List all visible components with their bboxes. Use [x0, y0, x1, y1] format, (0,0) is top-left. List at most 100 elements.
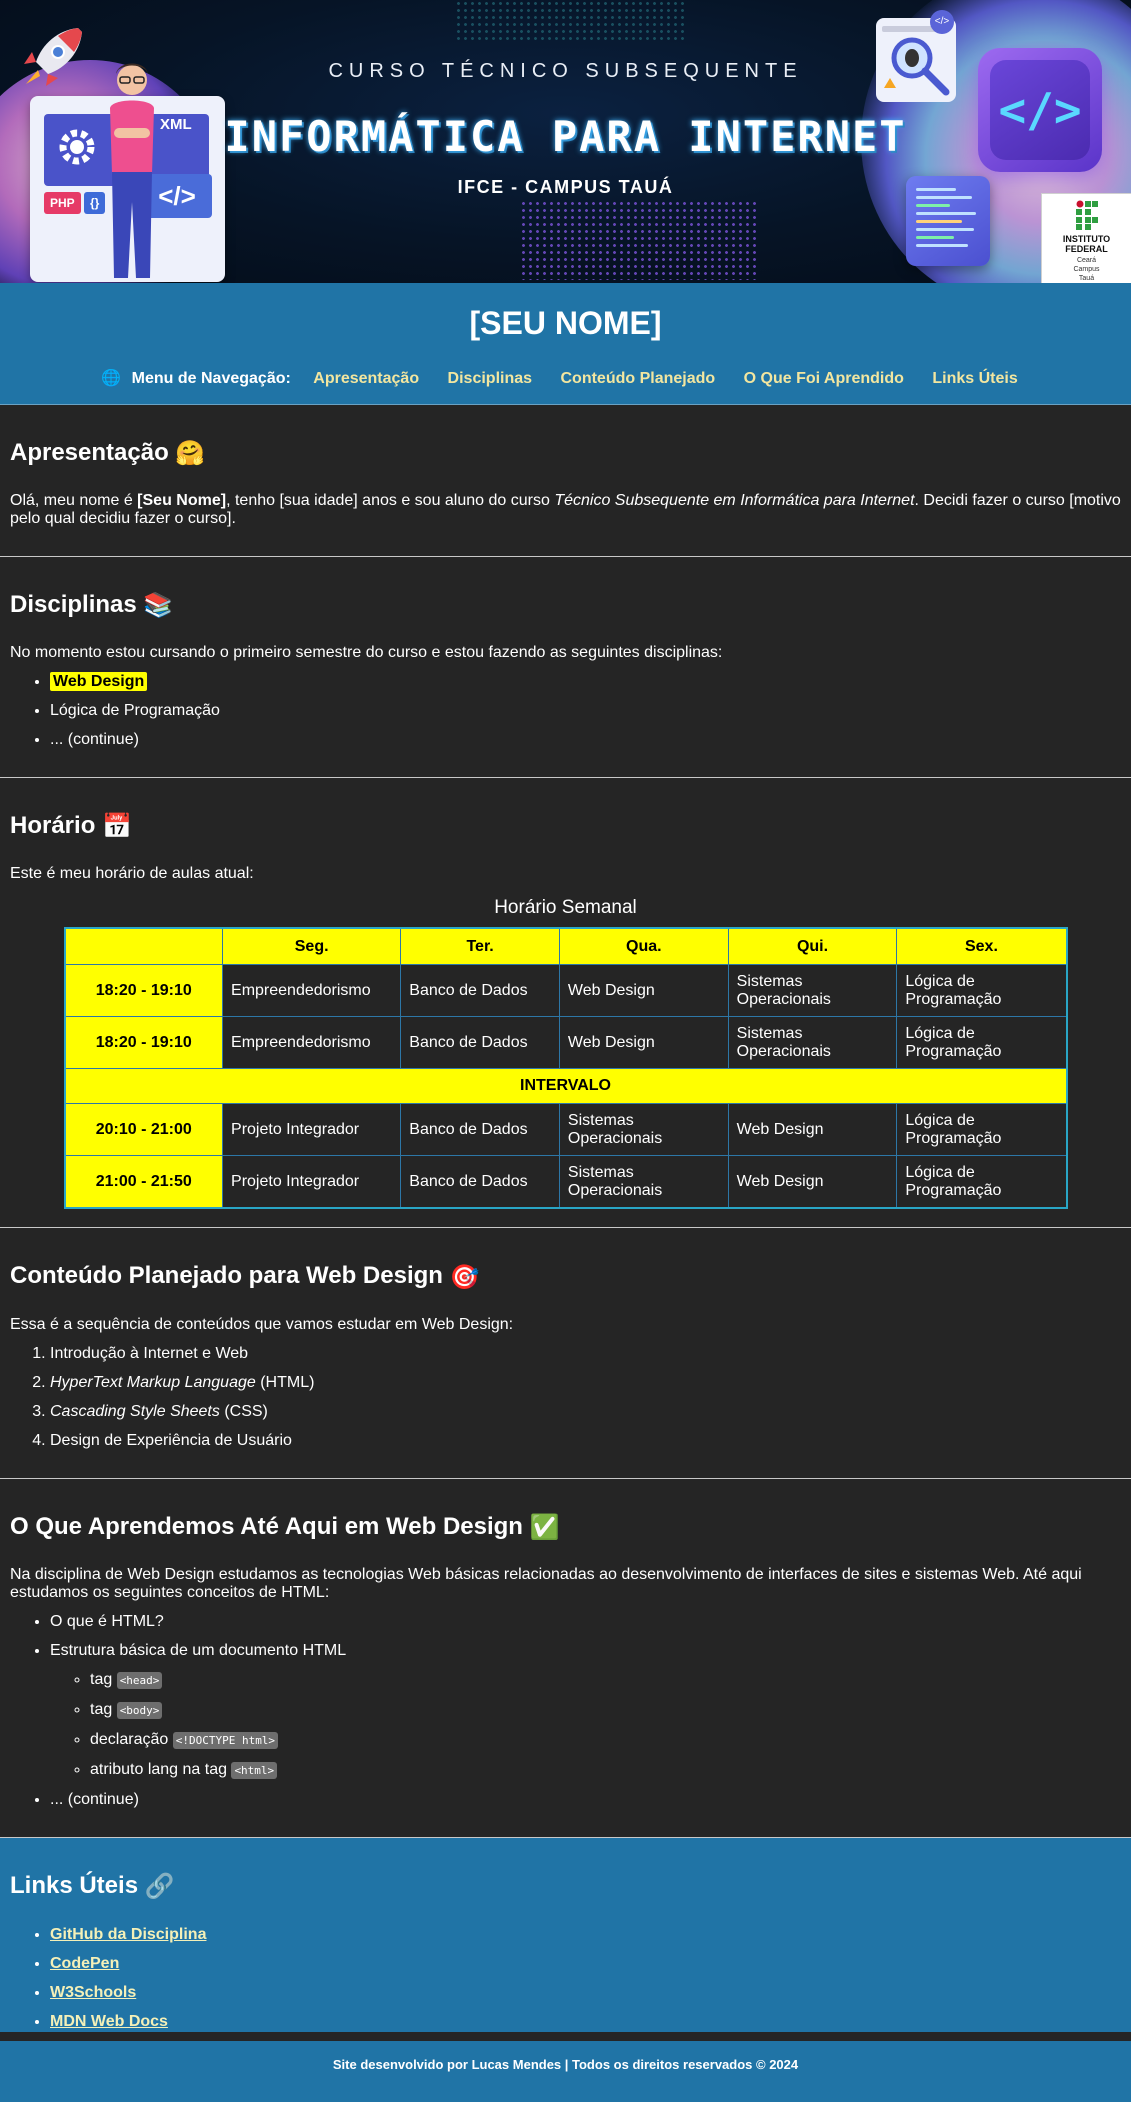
table-cell: Projeto Integrador: [222, 1103, 402, 1157]
list-item: Lógica de Programação: [50, 701, 1121, 721]
table-cell: Lógica de Programação: [896, 964, 1067, 1018]
target-icon: 🎯: [449, 1263, 480, 1291]
calendar-icon: 📅: [102, 813, 132, 841]
subjects-list: Web Design Lógica de Programação ... (co…: [10, 672, 1121, 750]
developer-person-illustration: [110, 63, 154, 278]
table-cell: Banco de Dados: [400, 1155, 560, 1209]
table-cell: Sistemas Operacionais: [558, 1103, 729, 1157]
code-snippet: <html>: [231, 1761, 278, 1779]
break-cell: INTERVALO: [64, 1068, 1067, 1105]
nav-link-disciplinas[interactable]: Disciplinas: [448, 370, 532, 387]
list-item: HyperText Markup Language (HTML): [50, 1373, 1121, 1393]
sub-list-item: tag <head>: [90, 1670, 1121, 1691]
nav-label: Menu de Navegação:: [131, 370, 291, 387]
code-snippet: <body>: [116, 1701, 163, 1719]
ifce-logo-text: INSTITUTO FEDERAL: [1062, 234, 1111, 254]
small-code-badge: </>: [930, 10, 954, 34]
table-cell: Sistemas Operacionais: [727, 1016, 898, 1070]
section-title: Horário 📅: [10, 812, 132, 841]
sub-list-item: atributo lang na tag <html>: [90, 1760, 1121, 1781]
table-cell: Sistemas Operacionais: [727, 964, 898, 1018]
list-item: ... (continue): [50, 730, 1121, 750]
table-cell: Lógica de Programação: [896, 1103, 1067, 1157]
nav-link-links-uteis[interactable]: Links Úteis: [932, 370, 1017, 387]
books-icon: 📚: [143, 592, 174, 620]
ifce-logo-subtext: Ceará Campus Tauá: [1073, 257, 1100, 282]
hero-banner: XML PHP {} </> CURSO TÉCNICO SUBSEQUENTE…: [0, 0, 1131, 283]
table-cell: Lógica de Programação: [896, 1155, 1067, 1209]
table-header: Sex.: [896, 927, 1067, 966]
link-codepen[interactable]: CodePen: [50, 1955, 119, 1972]
schedule-table: Seg. Ter. Qua. Qui. Sex. 18:20 - 19:10 E…: [63, 927, 1068, 1210]
table-header: Ter.: [400, 927, 560, 966]
footer-text: Site desenvolvido por Lucas Mendes | Tod…: [332, 2056, 799, 2072]
table-header: Qui.: [727, 927, 898, 966]
section-o-que-aprendemos: O Que Aprendemos Até Aqui em Web Design …: [0, 1479, 1131, 1838]
ifce-logo-icon: [1076, 200, 1098, 230]
table-cell: Projeto Integrador: [222, 1155, 402, 1209]
decorative-dots: [520, 200, 760, 280]
sub-list-item: declaração <!DOCTYPE html>: [90, 1730, 1121, 1751]
sub-list-item: tag <body>: [90, 1700, 1121, 1721]
table-cell: Web Design: [727, 1155, 898, 1209]
list-item: GitHub da Disciplina: [50, 1925, 1121, 1945]
time-cell: 18:20 - 19:10: [63, 1016, 224, 1070]
list-item: Design de Experiência de Usuário: [50, 1431, 1121, 1451]
main-navigation: 🌐 Menu de Navegação: Apresentação Discip…: [0, 368, 1131, 388]
table-header: Qua.: [558, 927, 729, 966]
link-github[interactable]: GitHub da Disciplina: [50, 1926, 206, 1943]
hero-subtitle: CURSO TÉCNICO SUBSEQUENTE: [328, 60, 803, 82]
ifce-logo: INSTITUTO FEDERAL Ceará Campus Tauá: [1041, 193, 1131, 283]
time-cell: 21:00 - 21:50: [63, 1155, 224, 1209]
section-title: Conteúdo Planejado para Web Design 🎯: [10, 1262, 480, 1291]
code-cube-illustration: </>: [978, 48, 1102, 172]
section-title: O Que Aprendemos Até Aqui em Web Design …: [10, 1512, 560, 1541]
course-name: Técnico Subsequente em Informática para …: [554, 492, 915, 510]
table-cell: Banco de Dados: [400, 964, 560, 1018]
student-name: [Seu Nome]: [137, 492, 227, 510]
link-icon: 🔗: [144, 1872, 175, 1900]
hugging-face-icon: 🤗: [175, 440, 206, 468]
code-tag-icon: </>: [990, 60, 1090, 160]
code-snippet: <head>: [116, 1671, 163, 1689]
list-item: CodePen: [50, 1954, 1121, 1974]
list-item: ... (continue): [50, 1790, 1121, 1810]
section-intro: Essa é a sequência de conteúdos que vamo…: [10, 1315, 514, 1333]
table-cell: Banco de Dados: [400, 1103, 560, 1157]
code-editor-illustration: [906, 176, 990, 266]
section-intro: Na disciplina de Web Design estudamos as…: [10, 1565, 1082, 1601]
nav-link-conteudo-planejado[interactable]: Conteúdo Planejado: [560, 370, 715, 387]
nav-link-o-que-foi-aprendido[interactable]: O Que Foi Aprendido: [744, 370, 904, 387]
section-horario: Horário 📅 Este é meu horário de aulas at…: [0, 778, 1131, 1229]
site-header: [SEU NOME] 🌐 Menu de Navegação: Apresent…: [0, 283, 1131, 405]
globe-icon: 🌐: [101, 370, 122, 387]
break-row: INTERVALO: [64, 1068, 1067, 1105]
code-snippet: <!DOCTYPE html>: [172, 1731, 279, 1749]
learned-list: O que é HTML? Estrutura básica de um doc…: [10, 1612, 1121, 1810]
section-disciplinas: Disciplinas 📚 No momento estou cursando …: [0, 557, 1131, 779]
table-cell: Empreendedorismo: [222, 1016, 402, 1070]
nav-link-apresentacao[interactable]: Apresentação: [313, 370, 419, 387]
section-intro: No momento estou cursando o primeiro sem…: [10, 644, 723, 662]
table-cell: Banco de Dados: [400, 1016, 560, 1070]
table-row: 18:20 - 19:10 Empreendedorismo Banco de …: [63, 964, 1067, 1018]
section-intro: Este é meu horário de aulas atual:: [10, 865, 254, 883]
sub-list: tag <head> tag <body> declaração <!DOCTY…: [50, 1670, 1121, 1781]
highlighted-subject: Web Design: [50, 672, 148, 692]
table-cell: Web Design: [727, 1103, 898, 1157]
table-header: Seg.: [222, 927, 402, 966]
decorative-dots: [455, 0, 685, 40]
link-w3schools[interactable]: W3Schools: [50, 1984, 136, 2001]
list-item: W3Schools: [50, 1983, 1121, 2003]
site-footer: Site desenvolvido por Lucas Mendes | Tod…: [0, 2040, 1131, 2102]
table-row: 18:20 - 19:10 Empreendedorismo Banco de …: [63, 1016, 1067, 1070]
table-cell: Lógica de Programação: [896, 1016, 1067, 1070]
list-item: Cascading Style Sheets (CSS): [50, 1402, 1121, 1422]
section-conteudo-planejado: Conteúdo Planejado para Web Design 🎯 Ess…: [0, 1228, 1131, 1479]
link-mdn[interactable]: MDN Web Docs: [50, 2013, 168, 2030]
list-item: Estrutura básica de um documento HTML ta…: [50, 1641, 1121, 1781]
list-item: Web Design: [50, 672, 1121, 692]
hero-title: INFORMÁTICA PARA INTERNET: [224, 112, 907, 161]
presentation-paragraph: Olá, meu nome é [Seu Nome], tenho [sua i…: [10, 492, 1121, 528]
section-apresentacao: Apresentação 🤗 Olá, meu nome é [Seu Nome…: [0, 405, 1131, 558]
